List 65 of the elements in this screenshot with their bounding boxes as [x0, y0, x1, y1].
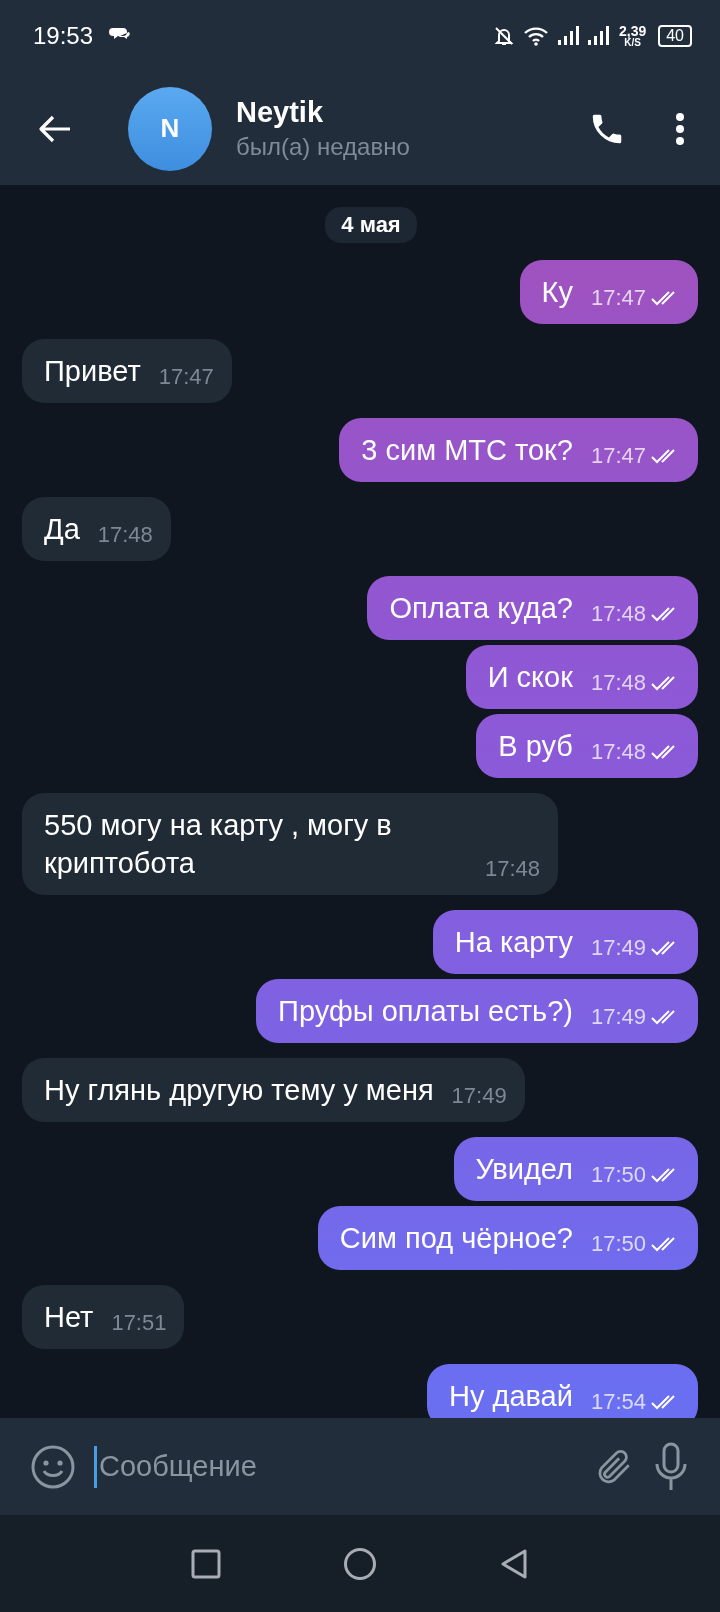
message-bubble[interactable]: В руб 17:48	[476, 714, 698, 778]
message-text: Сим под чёрное?	[339, 1222, 573, 1254]
message-bubble[interactable]: Пруфы оплаты есть?) 17:49	[256, 979, 698, 1043]
home-button[interactable]	[343, 1546, 377, 1581]
menu-icon[interactable]	[674, 111, 686, 146]
message-time: 17:54	[590, 1389, 646, 1415]
message-text: Ну глянь другую тему у меня	[44, 1074, 434, 1106]
message-text: Ку	[541, 276, 573, 308]
signal-icon	[556, 26, 579, 46]
message-time: 17:48	[590, 601, 646, 627]
message-text: Увидел	[475, 1153, 573, 1185]
message-composer-bar[interactable]: Сообщение	[0, 1418, 720, 1515]
avatar[interactable]: N	[128, 86, 212, 171]
message-text: Да	[44, 513, 80, 545]
message-text: 550 могу на карту , могу в криптобота	[44, 809, 392, 879]
message-text: В руб	[498, 730, 573, 762]
message-bubble[interactable]: Ну глянь другую тему у меня 17:49	[22, 1058, 525, 1122]
contact-name: Neytik	[236, 96, 325, 129]
message-bubble[interactable]: Оплата куда? 17:48	[367, 576, 698, 640]
message-time: 17:48	[484, 856, 540, 882]
signal-icon	[586, 26, 609, 46]
message-bubble[interactable]: 550 могу на карту , могу в криптобота 17:48	[22, 793, 558, 895]
emoji-icon[interactable]	[30, 1443, 76, 1490]
message-time: 17:50	[590, 1162, 646, 1188]
message-bubble[interactable]: Нет 17:51	[22, 1285, 185, 1349]
message-time: 17:47	[590, 285, 646, 311]
muted-bell-icon	[492, 25, 515, 47]
message-bubble[interactable]: Увидел 17:50	[453, 1137, 698, 1201]
date-label: 4 мая	[325, 207, 417, 243]
message-time: 17:48	[97, 522, 153, 548]
message-time: 17:47	[590, 443, 646, 469]
message-time: 17:51	[111, 1310, 167, 1336]
message-text: 3 сим МТС ток?	[361, 434, 573, 466]
message-bubble[interactable]: Ну давай 17:54	[426, 1364, 698, 1418]
back-button[interactable]	[499, 1547, 529, 1580]
message-bubble[interactable]: Ку 17:47	[519, 260, 698, 324]
message-bubble[interactable]: Привет 17:47	[22, 339, 232, 403]
message-bubble[interactable]: Да 17:48	[22, 497, 171, 561]
status-time: 19:53	[33, 22, 94, 50]
message-text: Оплата куда?	[389, 592, 573, 624]
recents-button[interactable]	[191, 1548, 221, 1579]
message-time: 17:48	[590, 739, 646, 765]
message-text: Ну давай	[448, 1380, 573, 1412]
message-text: Привет	[44, 355, 141, 387]
message-time: 17:50	[590, 1231, 646, 1257]
speed-unit: K/S	[624, 38, 641, 48]
message-time: 17:49	[451, 1083, 507, 1109]
message-text: Пруфы оплаты есть?)	[278, 995, 573, 1027]
message-time: 17:49	[590, 1004, 646, 1030]
message-bubble[interactable]: 3 сим МТС ток? 17:47	[339, 418, 698, 482]
network-speed: 2,39	[618, 24, 647, 38]
message-text: На карту	[454, 926, 573, 958]
message-time: 17:49	[590, 935, 646, 961]
message-text: Нет	[44, 1301, 94, 1333]
battery-indicator: 40	[658, 25, 692, 47]
message-bubble[interactable]: И скок 17:48	[465, 645, 698, 709]
message-input[interactable]: Сообщение	[94, 1445, 574, 1488]
message-text: И скок	[487, 661, 573, 693]
message-bubble[interactable]: Сим под чёрное? 17:50	[317, 1206, 698, 1270]
message-time: 17:47	[158, 364, 214, 390]
message-bubble[interactable]: На карту 17:49	[432, 910, 698, 974]
last-seen-status: был(а) недавно	[236, 133, 411, 161]
back-arrow-icon[interactable]	[38, 114, 72, 143]
message-time: 17:48	[590, 670, 646, 696]
wifi-icon	[522, 26, 549, 46]
